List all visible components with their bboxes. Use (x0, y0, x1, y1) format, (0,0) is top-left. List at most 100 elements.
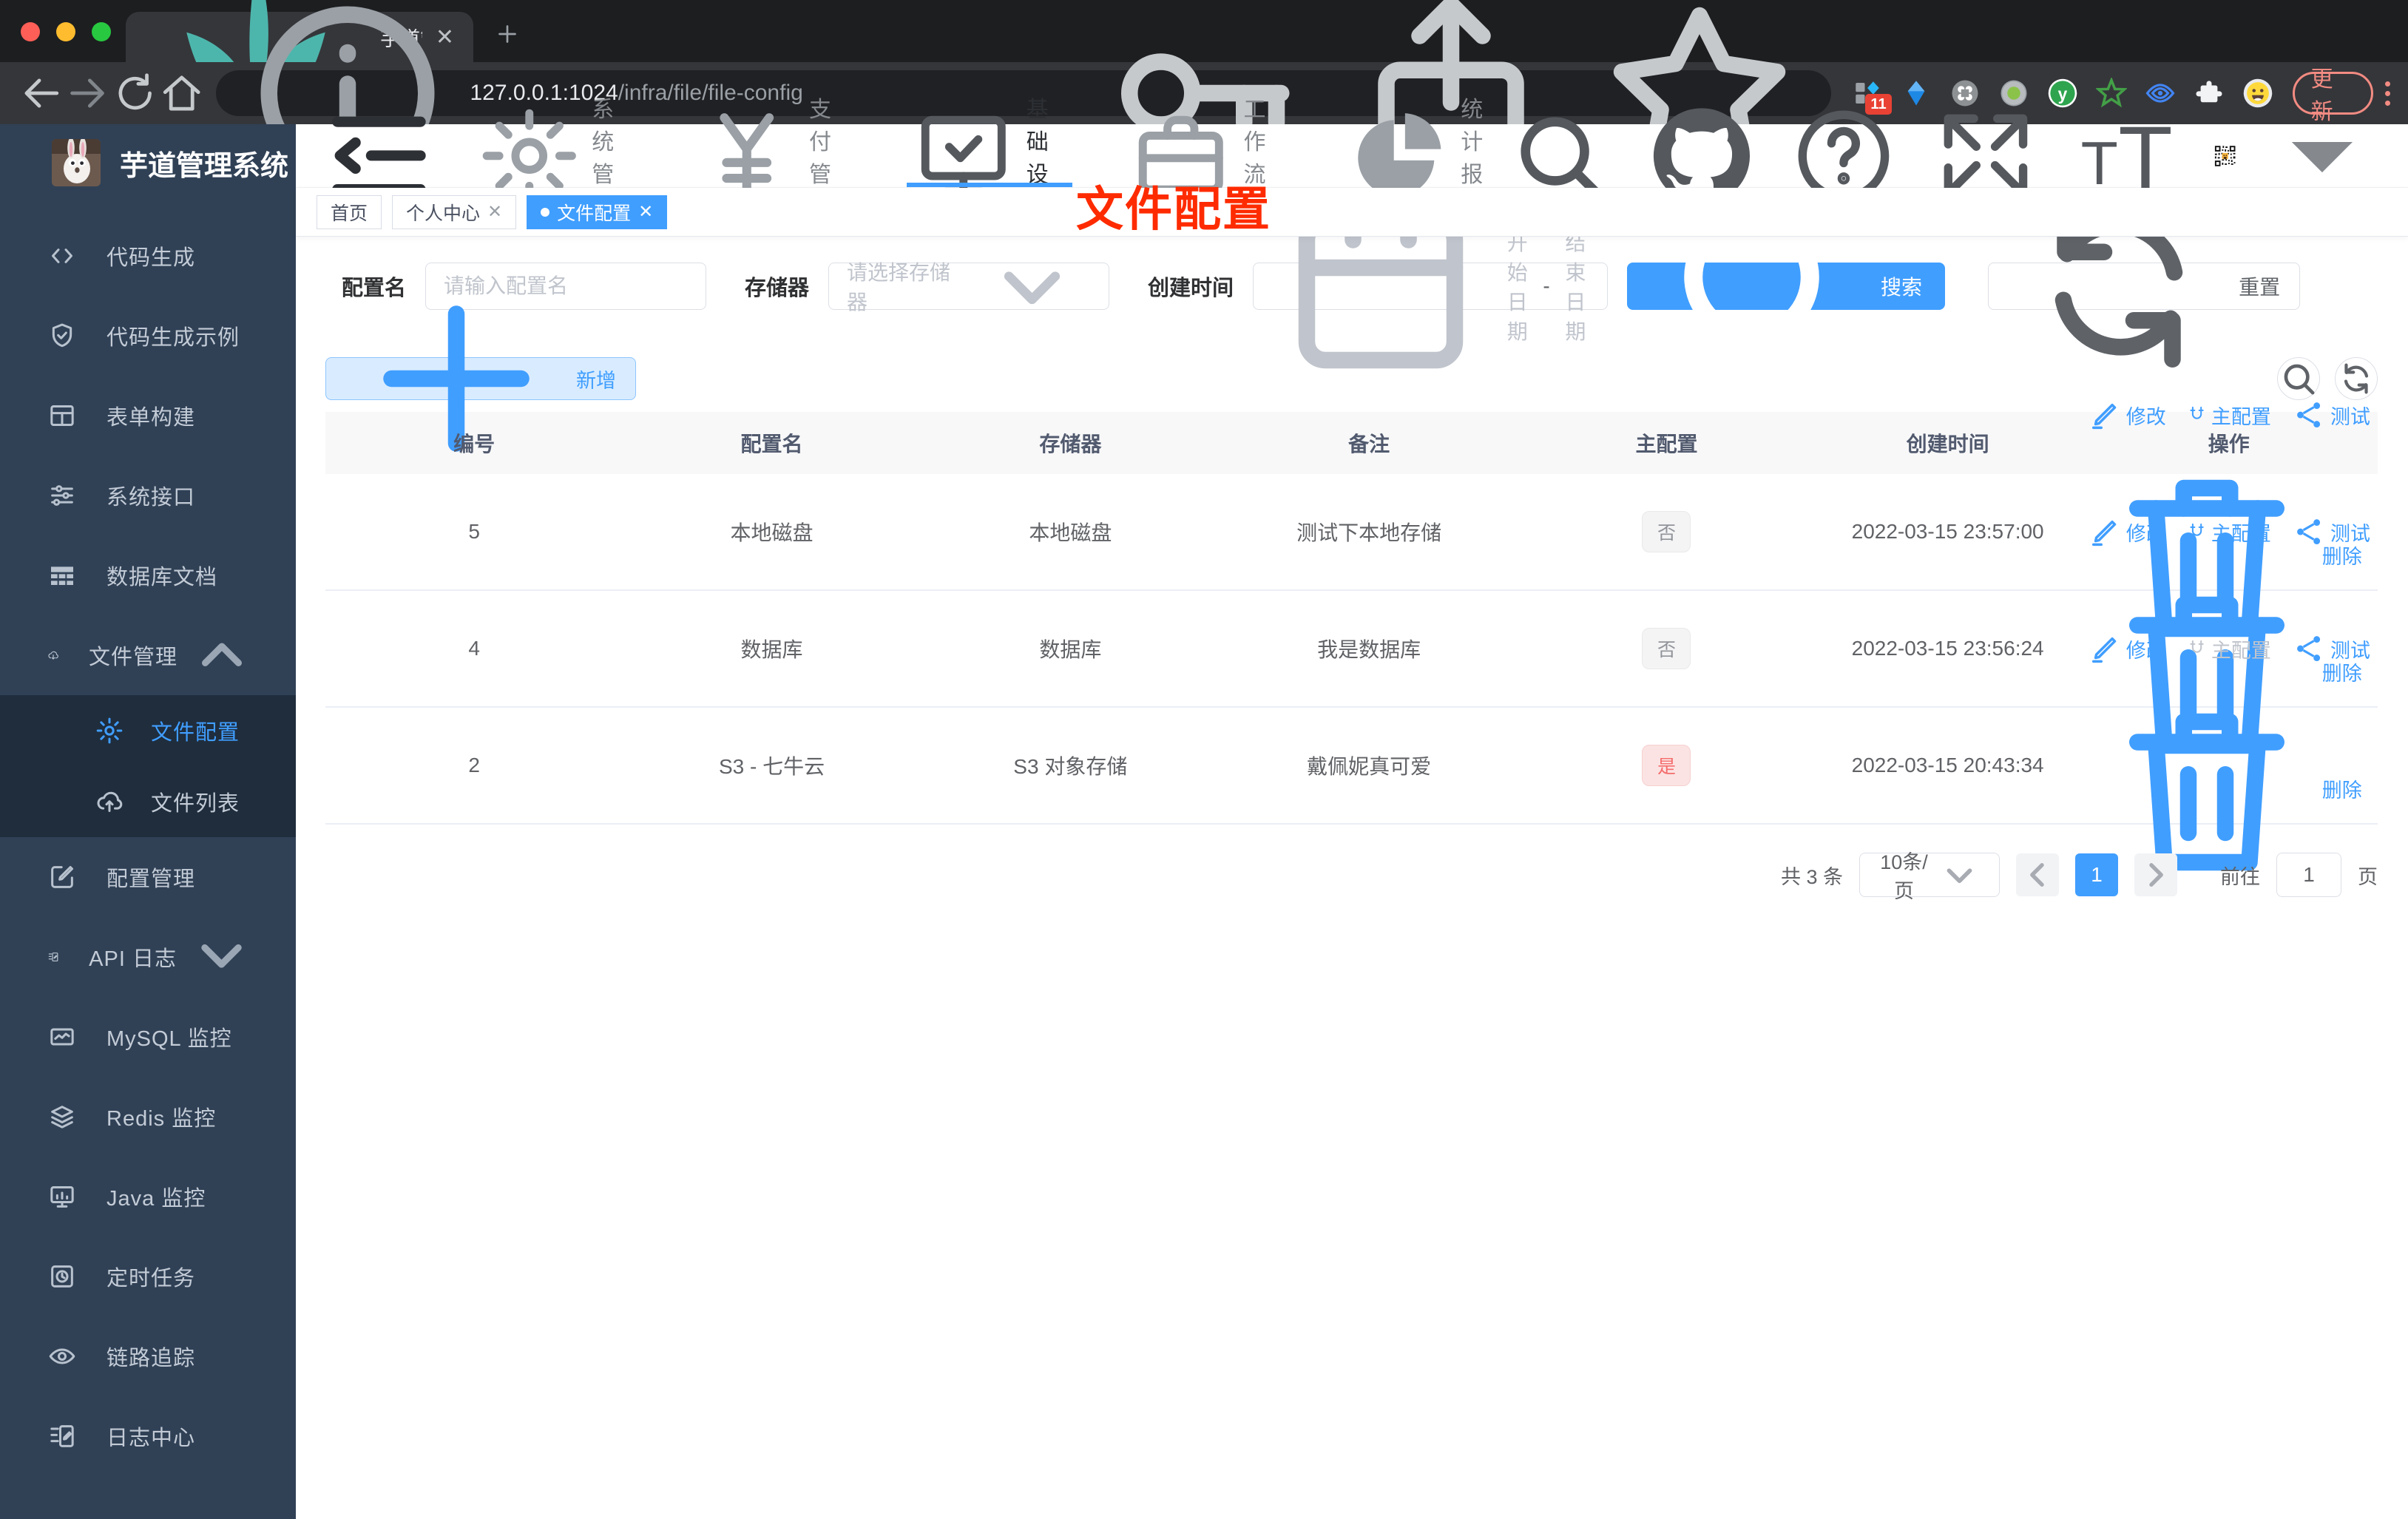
window-zoom-button[interactable] (92, 22, 111, 41)
prev-page-button[interactable] (2016, 853, 2059, 896)
tag-close-icon[interactable]: ✕ (487, 201, 502, 223)
sidebar-subitem-5-0[interactable]: 文件配置 (0, 695, 296, 766)
toggle-search-button[interactable] (2277, 357, 2320, 400)
sidebar-item-7[interactable]: API 日志 (0, 917, 296, 997)
nav-item-1[interactable]: 支付管理 (693, 98, 853, 220)
tag-2[interactable]: 文件配置 ✕ (527, 194, 668, 229)
action-label: 修改 (2125, 639, 2166, 662)
filter-form: 配置名 存储器 请选择存储器 创建时间 开始日期 - 结束日期 (342, 196, 2378, 372)
page-size-select[interactable]: 10条/页 (1859, 851, 2000, 902)
sidebar-item-9[interactable]: Redis 监控 (0, 1077, 296, 1157)
sidebar-subitem-5-1[interactable]: 文件列表 (0, 766, 296, 837)
logo-avatar (52, 139, 101, 186)
search-button[interactable]: 搜索 (1627, 209, 1946, 372)
home-button[interactable] (158, 70, 205, 117)
page-size-value: 10条/页 (1880, 851, 1928, 902)
task-clock-icon (47, 1262, 77, 1291)
back-button[interactable] (18, 70, 64, 117)
cloud-up-icon (95, 787, 124, 816)
tag-1[interactable]: 个人中心 ✕ (392, 194, 517, 229)
cell-storage: S3 对象存储 (1013, 755, 1128, 778)
tag-0[interactable]: 首页 (317, 194, 382, 229)
table-grid-icon (47, 561, 77, 590)
master-action[interactable]: 主配置 (2187, 398, 2271, 432)
reload-button[interactable] (112, 70, 158, 117)
form-grid-icon (47, 401, 77, 430)
sidebar-item-1[interactable]: 代码生成示例 (0, 296, 296, 376)
window-controls[interactable] (21, 22, 111, 41)
edit-action[interactable]: 修改 (2088, 632, 2166, 666)
action-label: 删除 (2321, 779, 2362, 802)
storage-select-placeholder: 请选择存储器 (847, 261, 951, 314)
cell-created: 2022-03-15 20:43:34 (1851, 754, 2044, 777)
app-logo[interactable]: 芋道管理系统 (0, 124, 296, 197)
refresh-icon (2336, 358, 2377, 399)
sidebar-item-13[interactable]: 日志中心 (0, 1396, 296, 1476)
column-header-3: 备注 (1348, 433, 1390, 456)
action-label: 主配置 (2211, 405, 2271, 428)
add-button[interactable]: 新增 (325, 305, 636, 452)
reset-button[interactable]: 重置 (1988, 204, 2301, 368)
share-alt-icon (2292, 398, 2326, 432)
master-action[interactable]: 主配置 (2187, 515, 2271, 549)
sidebar-item-12[interactable]: 链路追踪 (0, 1316, 296, 1396)
sidebar-item-3[interactable]: 系统接口 (0, 456, 296, 535)
chart-box-icon (47, 1022, 77, 1052)
user-avatar[interactable] (2213, 133, 2237, 179)
nav-item-0[interactable]: 系统管理 (476, 98, 635, 220)
sidebar-item-5[interactable]: 文件管理 (0, 615, 296, 695)
action-label: 主配置 (2211, 639, 2271, 662)
cell-created: 2022-03-15 23:57:00 (1851, 520, 2044, 543)
sidebar-item-label: 代码生成 (106, 246, 196, 270)
cell-name: 数据库 (740, 638, 803, 661)
end-date-placeholder: 结束日期 (1565, 231, 1586, 343)
sidebar-item-0[interactable]: 代码生成 (0, 216, 296, 296)
test-action[interactable]: 测试 (2292, 632, 2370, 666)
doc-edit-icon (47, 951, 59, 963)
test-action[interactable]: 测试 (2292, 398, 2370, 432)
create-time-range-picker[interactable]: 开始日期 - 结束日期 (1253, 196, 1609, 369)
sidebar-item-11[interactable]: 定时任务 (0, 1236, 296, 1316)
pencil-icon (2088, 398, 2122, 432)
sidebar-item-label: 代码生成示例 (106, 326, 240, 350)
storage-select[interactable]: 请选择存储器 (828, 261, 1110, 314)
gear-icon (95, 716, 124, 745)
action-label: 测试 (2330, 522, 2370, 545)
sidebar-item-label: 配置管理 (106, 867, 196, 891)
sidebar-item-6[interactable]: 配置管理 (0, 837, 296, 917)
sidebar-item-2[interactable]: 表单构建 (0, 376, 296, 456)
tag-active-dot (541, 207, 550, 217)
sidebar-item-8[interactable]: MySQL 监控 (0, 997, 296, 1077)
chrome-menu-button[interactable] (2385, 81, 2390, 106)
chevron-down-icon (1932, 848, 1987, 903)
master-action: 主配置 (2187, 632, 2271, 666)
sidebar-item-4[interactable]: 数据库文档 (0, 535, 296, 615)
edit-action[interactable]: 修改 (2088, 515, 2166, 549)
window-minimize-button[interactable] (56, 22, 75, 41)
doc-edit-icon (47, 1421, 77, 1451)
sidebar-item-10[interactable]: Java 监控 (0, 1157, 296, 1236)
table-row: 2 S3 - 七牛云 S3 对象存储 戴佩妮真可爱 是 2022-03-15 20:43:… (325, 636, 2378, 871)
new-tab-button[interactable] (494, 21, 521, 47)
tag-close-icon[interactable]: ✕ (638, 201, 653, 223)
cell-storage: 数据库 (1039, 638, 1102, 661)
forward-button[interactable] (64, 70, 111, 117)
master-tag: 否 (1642, 511, 1691, 552)
refresh-table-button[interactable] (2335, 357, 2378, 400)
edit-action[interactable]: 修改 (2088, 398, 2166, 432)
storage-label: 存储器 (745, 277, 810, 300)
nav-item-2[interactable]: 基础设施 (907, 98, 1072, 220)
sidebar-item-label: 日志中心 (106, 1427, 196, 1450)
page-number-1[interactable]: 1 (2075, 853, 2118, 896)
column-header-0: 编号 (453, 433, 496, 456)
cell-name: 本地磁盘 (730, 521, 814, 544)
window-close-button[interactable] (21, 22, 40, 41)
tag-label: 个人中心 (406, 203, 481, 224)
layers-icon (47, 1102, 77, 1131)
cell-name: S3 - 七牛云 (718, 755, 825, 778)
goto-page-input[interactable] (2276, 853, 2341, 897)
row-actions-line1: 修改 主配置 测试 (2088, 398, 2370, 432)
cell-id: 5 (468, 520, 480, 543)
test-action[interactable]: 测试 (2292, 515, 2370, 549)
next-page-button[interactable] (2134, 853, 2177, 896)
